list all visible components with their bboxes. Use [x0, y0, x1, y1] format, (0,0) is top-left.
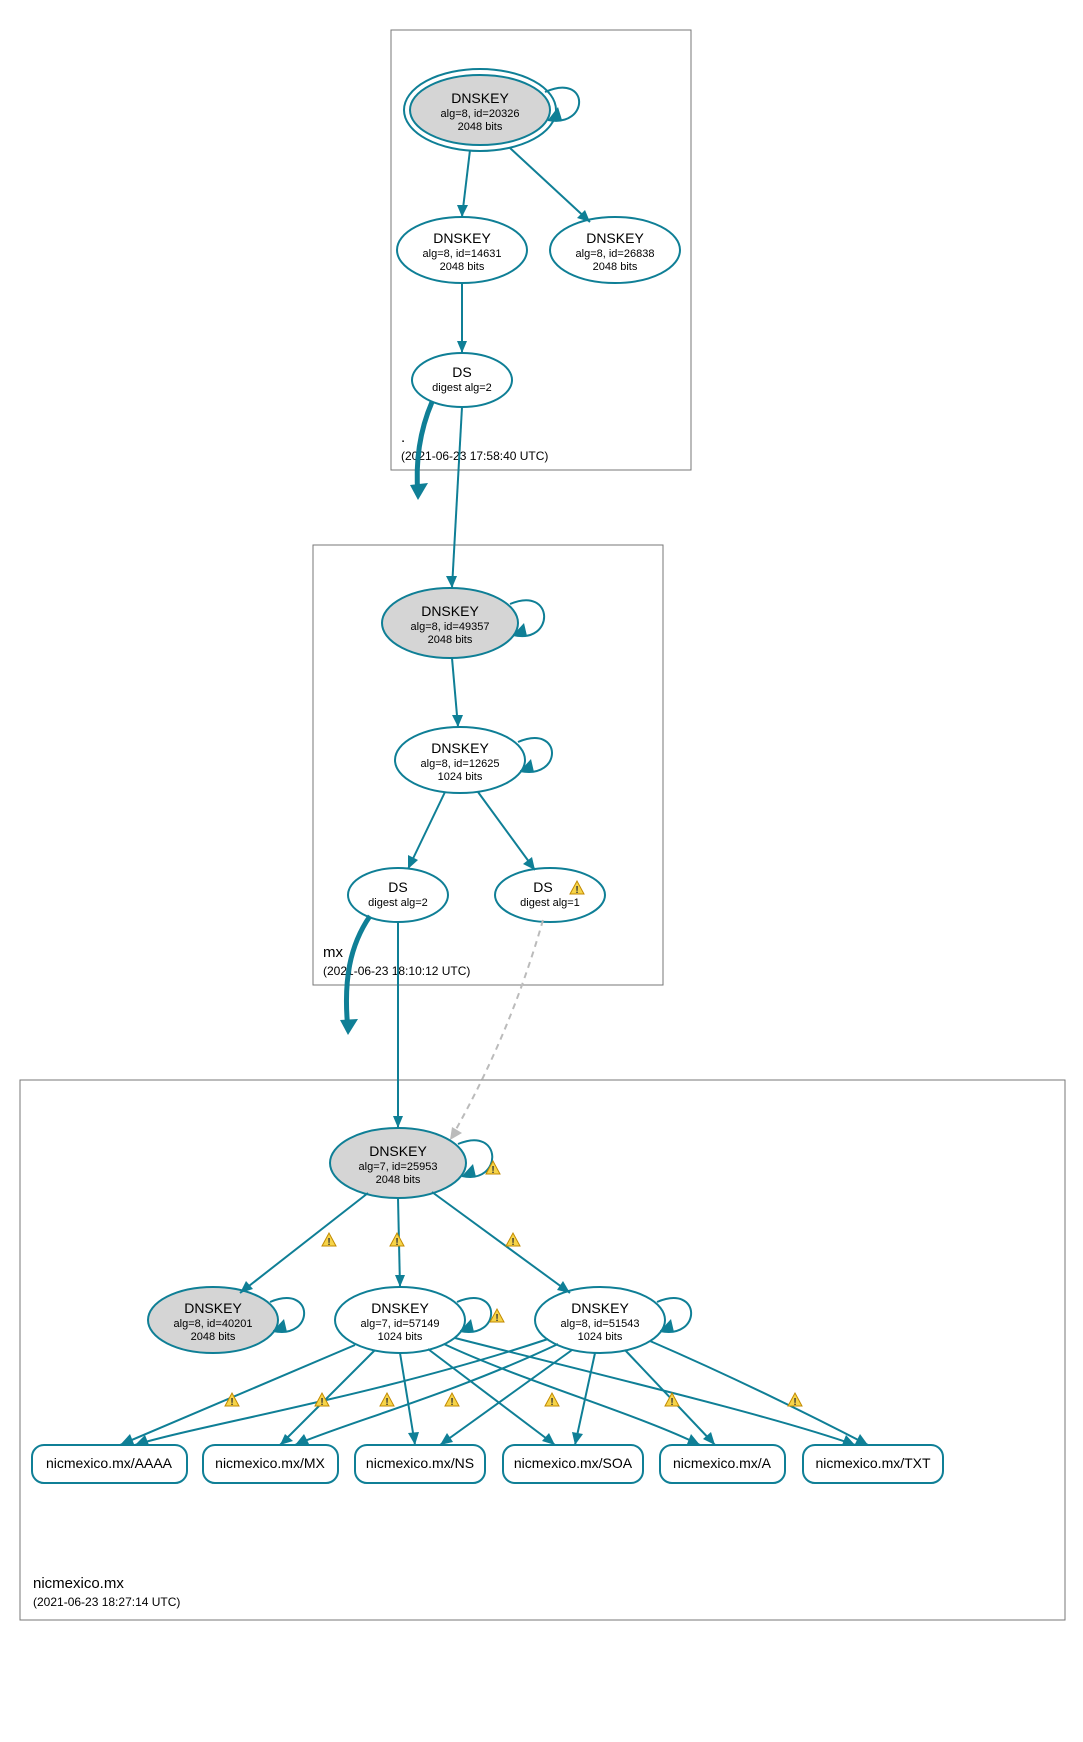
node-mx-zsk: DNSKEY alg=8, id=12625 1024 bits: [395, 727, 525, 793]
svg-text:!: !: [511, 1237, 514, 1248]
svg-text:2048 bits: 2048 bits: [440, 261, 485, 273]
svg-text:alg=7, id=57149: alg=7, id=57149: [361, 1318, 440, 1330]
edge-ziska-mx: [280, 1350, 375, 1445]
svg-text:2048 bits: 2048 bits: [428, 634, 473, 646]
svg-text:alg=8, id=40201: alg=8, id=40201: [174, 1318, 253, 1330]
svg-text:1024 bits: 1024 bits: [378, 1331, 423, 1343]
dnssec-diagram: . (2021-06-23 17:58:40 UTC) mx (2021-06-…: [0, 0, 1083, 1742]
edge-nic-ksk-ziskb: [432, 1192, 570, 1293]
svg-text:!: !: [793, 1397, 796, 1408]
svg-text:DNSKEY: DNSKEY: [371, 1300, 429, 1316]
svg-text:!: !: [491, 1165, 494, 1176]
zone-mx-label: mx: [323, 944, 343, 961]
svg-text:nicmexico.mx/AAAA: nicmexico.mx/AAAA: [46, 1455, 173, 1471]
svg-text:DNSKEY: DNSKEY: [431, 740, 489, 756]
edge-ziskb-txt: [650, 1341, 868, 1445]
svg-text:alg=8, id=20326: alg=8, id=20326: [441, 108, 520, 120]
svg-text:1024 bits: 1024 bits: [438, 771, 483, 783]
warning-icon: !: [380, 1393, 394, 1408]
svg-text:1024 bits: 1024 bits: [578, 1331, 623, 1343]
svg-text:DNSKEY: DNSKEY: [586, 230, 644, 246]
svg-text:digest alg=2: digest alg=2: [432, 382, 492, 394]
edge-mx-ds2-nic-dashed: [450, 920, 543, 1140]
rr-ns: nicmexico.mx/NS: [355, 1445, 485, 1483]
svg-text:digest alg=1: digest alg=1: [520, 897, 580, 909]
warning-icon: !: [506, 1233, 520, 1248]
svg-text:2048 bits: 2048 bits: [458, 121, 503, 133]
zone-nic-label: nicmexico.mx: [33, 1575, 124, 1592]
svg-text:2048 bits: 2048 bits: [593, 261, 638, 273]
svg-text:DNSKEY: DNSKEY: [421, 603, 479, 619]
node-root-ksk: DNSKEY alg=8, id=20326 2048 bits: [404, 69, 556, 151]
svg-text:nicmexico.mx/NS: nicmexico.mx/NS: [366, 1455, 474, 1471]
svg-text:nicmexico.mx/MX: nicmexico.mx/MX: [215, 1455, 325, 1471]
svg-text:2048 bits: 2048 bits: [191, 1331, 236, 1343]
zone-root-label: .: [401, 429, 405, 446]
node-mx-ds2: DS digest alg=1: [495, 868, 605, 922]
node-nic-ziskb: DNSKEY alg=8, id=51543 1024 bits: [535, 1287, 665, 1353]
svg-text:!: !: [320, 1397, 323, 1408]
svg-text:alg=8, id=14631: alg=8, id=14631: [423, 248, 502, 260]
svg-text:alg=8, id=26838: alg=8, id=26838: [576, 248, 655, 260]
node-nic-key2: DNSKEY alg=8, id=40201 2048 bits: [148, 1287, 278, 1353]
svg-text:!: !: [230, 1397, 233, 1408]
node-mx-ds1: DS digest alg=2: [348, 868, 448, 922]
warning-icon: !: [788, 1393, 802, 1408]
svg-text:alg=8, id=12625: alg=8, id=12625: [421, 758, 500, 770]
svg-text:DNSKEY: DNSKEY: [184, 1300, 242, 1316]
rr-soa: nicmexico.mx/SOA: [503, 1445, 643, 1483]
svg-text:digest alg=2: digest alg=2: [368, 897, 428, 909]
rr-aaaa: nicmexico.mx/AAAA: [32, 1445, 187, 1483]
svg-text:nicmexico.mx/SOA: nicmexico.mx/SOA: [514, 1455, 633, 1471]
rr-mx: nicmexico.mx/MX: [203, 1445, 338, 1483]
node-nic-ziska: DNSKEY alg=7, id=57149 1024 bits: [335, 1287, 465, 1353]
svg-text:DNSKEY: DNSKEY: [451, 90, 509, 106]
edge-nic-ksk-key2: [240, 1193, 368, 1293]
warning-icon: !: [545, 1393, 559, 1408]
svg-text:!: !: [550, 1397, 553, 1408]
node-root-key2: DNSKEY alg=8, id=26838 2048 bits: [550, 217, 680, 283]
svg-text:alg=7, id=25953: alg=7, id=25953: [359, 1161, 438, 1173]
svg-text:nicmexico.mx/A: nicmexico.mx/A: [673, 1455, 772, 1471]
svg-text:!: !: [327, 1237, 330, 1248]
svg-text:!: !: [395, 1237, 398, 1248]
svg-text:!: !: [670, 1397, 673, 1408]
svg-text:!: !: [450, 1397, 453, 1408]
svg-text:!: !: [495, 1313, 498, 1324]
warning-icon: !: [490, 1309, 504, 1324]
edge-ziska-ns: [400, 1353, 415, 1445]
svg-text:DS: DS: [533, 879, 552, 895]
node-mx-ksk: DNSKEY alg=8, id=49357 2048 bits: [382, 588, 518, 658]
zone-mx-timestamp: (2021-06-23 18:10:12 UTC): [323, 964, 470, 978]
warning-icon: !: [445, 1393, 459, 1408]
svg-text:alg=8, id=51543: alg=8, id=51543: [561, 1318, 640, 1330]
svg-text:alg=8, id=49357: alg=8, id=49357: [411, 621, 490, 633]
svg-text:!: !: [385, 1397, 388, 1408]
node-root-zsk: DNSKEY alg=8, id=14631 2048 bits: [397, 217, 527, 283]
zone-nic-timestamp: (2021-06-23 18:27:14 UTC): [33, 1595, 180, 1609]
svg-text:nicmexico.mx/TXT: nicmexico.mx/TXT: [815, 1455, 931, 1471]
edge-ziskb-soa: [575, 1353, 595, 1445]
warning-icon: !: [322, 1233, 336, 1248]
svg-text:DNSKEY: DNSKEY: [369, 1143, 427, 1159]
svg-text:DNSKEY: DNSKEY: [571, 1300, 629, 1316]
zone-nic-box: [20, 1080, 1065, 1620]
edge-ziskb-mx: [295, 1344, 558, 1445]
zone-root-timestamp: (2021-06-23 17:58:40 UTC): [401, 449, 548, 463]
svg-text:2048 bits: 2048 bits: [376, 1174, 421, 1186]
svg-text:DS: DS: [388, 879, 407, 895]
rr-txt: nicmexico.mx/TXT: [803, 1445, 943, 1483]
edge-ziska-aaaa: [120, 1345, 355, 1445]
svg-text:!: !: [575, 885, 578, 896]
warning-icon: !: [390, 1233, 404, 1248]
node-nic-ksk: DNSKEY alg=7, id=25953 2048 bits: [330, 1128, 466, 1198]
edge-root-ds-mx: [452, 407, 462, 588]
svg-text:DNSKEY: DNSKEY: [433, 230, 491, 246]
svg-text:DS: DS: [452, 364, 471, 380]
edge-mx-zsk-ds1: [408, 792, 445, 869]
edge-mx-zsk-ds2: [478, 792, 535, 870]
edge-root-ksk-key2: [510, 148, 590, 222]
rr-a: nicmexico.mx/A: [660, 1445, 785, 1483]
node-root-ds: DS digest alg=2: [412, 353, 512, 407]
